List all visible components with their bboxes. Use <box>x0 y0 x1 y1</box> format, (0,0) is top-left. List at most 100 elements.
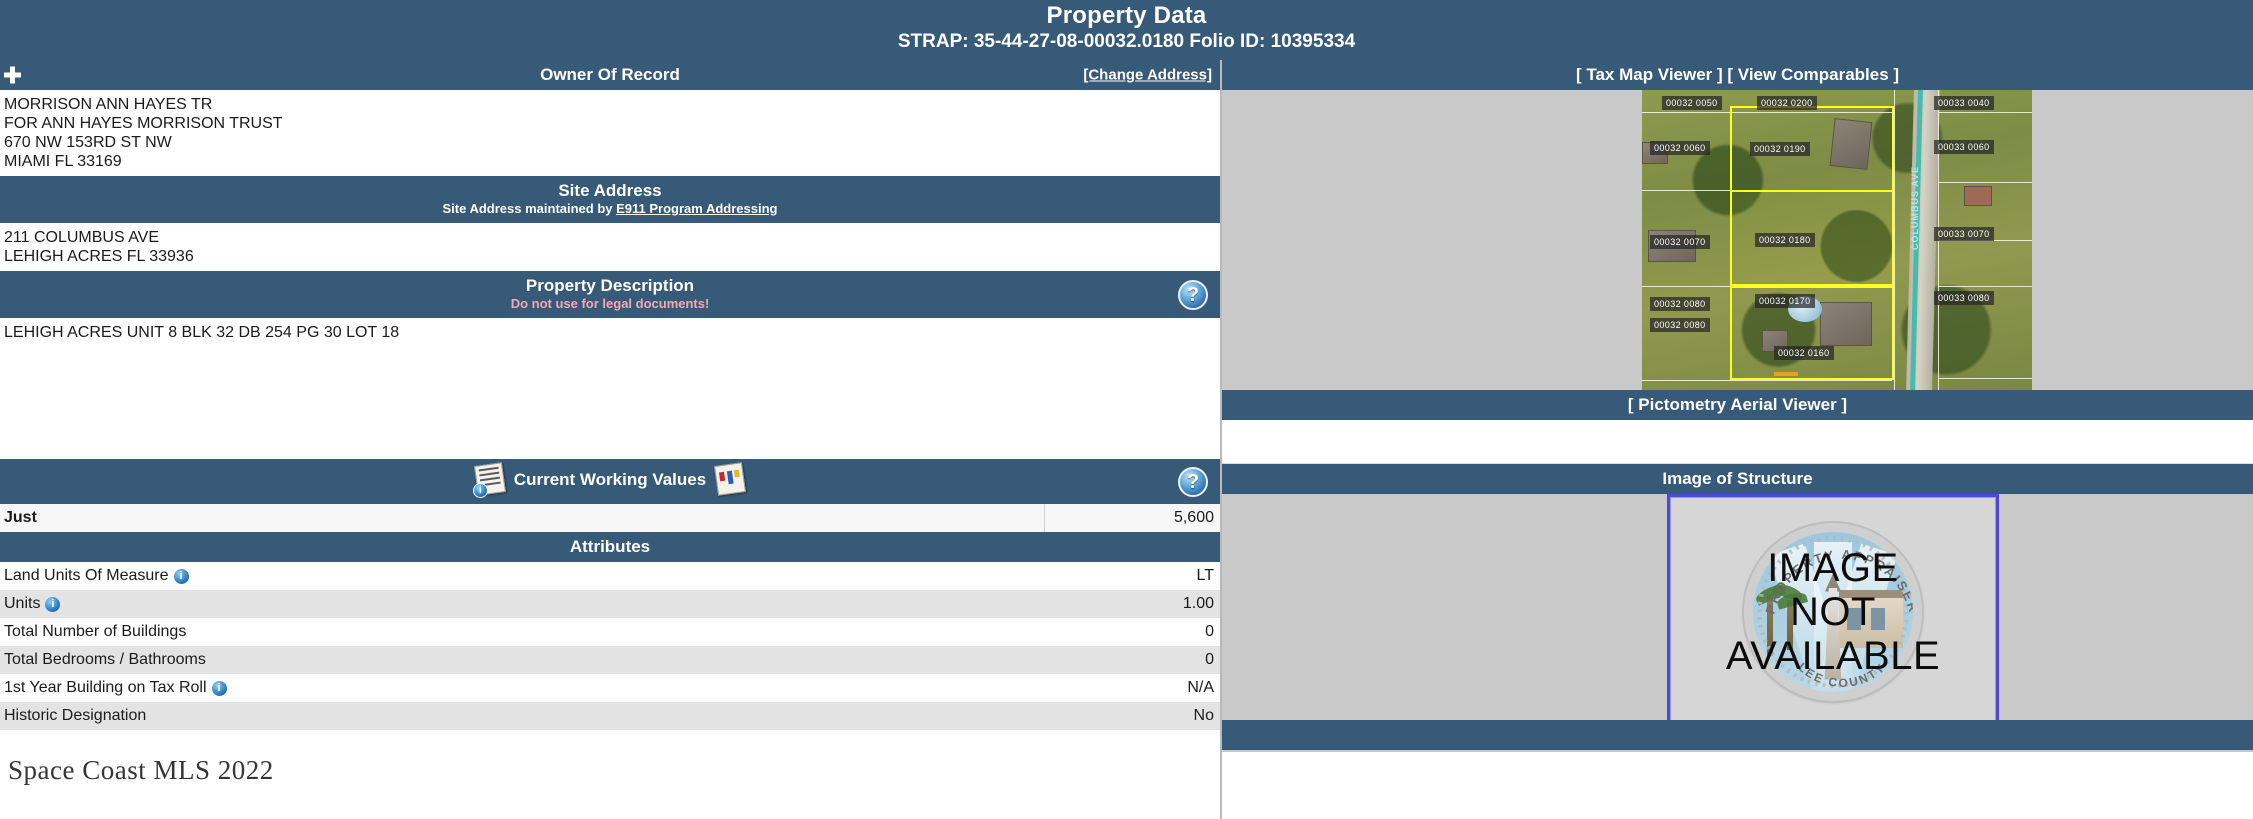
info-icon[interactable]: i <box>45 596 61 612</box>
expand-plus-icon[interactable] <box>4 66 21 84</box>
left-spacer <box>0 347 1220 459</box>
right-spacer <box>1222 420 2253 464</box>
parcel-label: 00032 0060 <box>1650 141 1710 155</box>
site-address-line: 211 COLUMBUS AVE <box>4 229 160 246</box>
change-address-link[interactable]: [Change Address] <box>1083 66 1212 85</box>
pictometry-aerial-viewer-header[interactable]: [ Pictometry Aerial Viewer ] <box>1222 390 2253 420</box>
parcel-label: 00032 0070 <box>1650 235 1710 249</box>
site-address-header: Site Address Site Address maintained by … <box>0 176 1220 223</box>
attribute-label: Historic Designation <box>0 702 1045 730</box>
owner-line: FOR ANN HAYES MORRISON TRUST <box>4 115 283 132</box>
attributes-header: Attributes <box>0 532 1220 562</box>
attribute-label-text: Total Number of Buildings <box>4 623 187 640</box>
building-footprint <box>1820 302 1872 346</box>
mls-watermark: Space Coast MLS 2022 <box>8 755 274 785</box>
parcel-label: 00032 0190 <box>1750 142 1810 156</box>
just-value: 5,600 <box>1173 509 1214 526</box>
subject-parcel-edge <box>1730 286 1894 288</box>
tax-map-viewer-link[interactable]: [ Tax Map Viewer ] <box>1576 65 1723 84</box>
document-chart-icon <box>714 462 747 496</box>
owner-line: MORRISON ANN HAYES TR <box>4 96 213 113</box>
overlay-line: IMAGE <box>1767 545 1899 590</box>
attribute-label: Total Number of Buildings <box>0 618 1045 646</box>
overlay-line: NOT <box>1790 589 1876 634</box>
bottom-blue-bar <box>1222 720 2253 750</box>
attribute-label: Land Units Of Measure i <box>0 562 1045 590</box>
site-address-sub-prefix: Site Address maintained by <box>442 201 617 216</box>
right-column: [ Tax Map Viewer ] [ View Comparables ] … <box>1222 60 2253 819</box>
attribute-label: Units i <box>0 590 1045 618</box>
overlay-line: AVAILABLE <box>1725 633 1941 678</box>
property-description-text: LEHIGH ACRES UNIT 8 BLK 32 DB 254 PG 30 … <box>4 324 400 341</box>
parcel-label: 00033 0070 <box>1934 227 1994 241</box>
property-description-block: LEHIGH ACRES UNIT 8 BLK 32 DB 254 PG 30 … <box>0 318 1220 347</box>
parcel-boundary <box>1938 378 2032 379</box>
parcel-label: 00032 0170 <box>1755 294 1815 308</box>
property-description-title: Property Description <box>525 276 695 295</box>
site-address-title: Site Address <box>558 181 662 200</box>
image-of-structure-panel: PROPERTY APPRAISER LEE COUNTY IMAGE NOT … <box>1222 494 2253 752</box>
structure-image-frame[interactable]: PROPERTY APPRAISER LEE COUNTY IMAGE NOT … <box>1667 494 1999 729</box>
parcel-boundary <box>1642 380 1892 381</box>
just-label: Just <box>0 504 1045 532</box>
map-scale-bar <box>1774 372 1798 376</box>
attribute-value: LT <box>1196 567 1214 584</box>
owner-line: MIAMI FL 33169 <box>4 153 122 170</box>
attribute-label-text: Units <box>4 595 41 612</box>
legal-documents-warning: Do not use for legal documents! <box>510 296 710 311</box>
attribute-value: 0 <box>1205 623 1214 640</box>
attribute-label: Total Bedrooms / Bathrooms <box>0 646 1045 674</box>
attribute-label-text: Historic Designation <box>4 707 147 724</box>
page-header: Property Data STRAP: 35-44-27-08-00032.0… <box>0 0 2253 60</box>
info-icon[interactable]: i <box>211 680 227 696</box>
parcel-boundary <box>1642 112 1892 113</box>
parcel-label: 00032 0200 <box>1757 96 1817 110</box>
pictometry-aerial-viewer-link[interactable]: [ Pictometry Aerial Viewer ] <box>1628 395 1847 414</box>
strap-folio-subtitle: STRAP: 35-44-27-08-00032.0180 Folio ID: … <box>897 31 1356 52</box>
parcel-label: 00033 0040 <box>1934 96 1994 110</box>
just-value-row: Just 5,600 <box>0 504 1220 532</box>
map-viewer-header: [ Tax Map Viewer ] [ View Comparables ] <box>1222 60 2253 90</box>
parcel-label: 00033 0080 <box>1934 291 1994 305</box>
attribute-value: No <box>1193 707 1214 724</box>
property-data-page: Property Data STRAP: 35-44-27-08-00032.0… <box>0 0 2253 819</box>
table-row: Historic Designation No <box>0 702 1220 730</box>
attribute-label: 1st Year Building on Tax Roll i <box>0 674 1045 702</box>
parcel-boundary <box>1938 182 2032 183</box>
owner-address-block: MORRISON ANN HAYES TR FOR ANN HAYES MORR… <box>0 90 1220 176</box>
subject-parcel-edge <box>1892 106 1894 380</box>
image-of-structure-title: Image of Structure <box>1662 469 1813 488</box>
table-row: Total Bedrooms / Bathrooms 0 <box>0 646 1220 674</box>
left-column: Owner Of Record [Change Address] MORRISO… <box>0 60 1220 819</box>
help-icon[interactable]: ? <box>1178 466 1208 497</box>
site-address-subtitle: Site Address maintained by E911 Program … <box>0 201 1220 217</box>
owner-of-record-title: Owner Of Record <box>540 65 680 84</box>
parcel-boundary <box>1938 286 2032 287</box>
parcel-boundary <box>1894 90 1895 390</box>
attribute-label-text: 1st Year Building on Tax Roll <box>4 679 207 696</box>
parcel-label: 00032 0080 <box>1650 318 1710 332</box>
parcel-label: 00032 0080 <box>1650 297 1710 311</box>
attribute-value: N/A <box>1187 679 1214 696</box>
building-footprint <box>1964 186 1992 206</box>
help-icon[interactable]: ? <box>1178 279 1208 310</box>
building-footprint <box>1829 118 1873 170</box>
attribute-value: 0 <box>1205 651 1214 668</box>
parcel-label: 00032 0160 <box>1774 346 1834 360</box>
site-address-block: 211 COLUMBUS AVE LEHIGH ACRES FL 33936 <box>0 223 1220 271</box>
tax-map-aerial-image[interactable]: COLUMBUS AVE 00032 0050 00032 0200 00033… <box>1642 90 2032 390</box>
attribute-label-text: Land Units Of Measure <box>4 567 169 584</box>
current-working-values-title: Current Working Values <box>513 469 707 489</box>
current-working-values-header: i Current Working Values ? <box>0 459 1220 504</box>
e911-program-addressing-link[interactable]: E911 Program Addressing <box>616 201 777 216</box>
attributes-title: Attributes <box>569 537 651 556</box>
table-row: Land Units Of Measure i LT <box>0 562 1220 590</box>
owner-line: 670 NW 153RD ST NW <box>4 134 172 151</box>
parcel-boundary <box>1938 112 2032 113</box>
info-icon[interactable]: i <box>173 568 189 584</box>
parcel-label: 00032 0050 <box>1662 96 1722 110</box>
owner-of-record-header: Owner Of Record [Change Address] <box>0 60 1220 90</box>
view-comparables-link[interactable]: [ View Comparables ] <box>1727 65 1899 84</box>
property-description-header: Property Description Do not use for lega… <box>0 271 1220 318</box>
table-row: Units i 1.00 <box>0 590 1220 618</box>
